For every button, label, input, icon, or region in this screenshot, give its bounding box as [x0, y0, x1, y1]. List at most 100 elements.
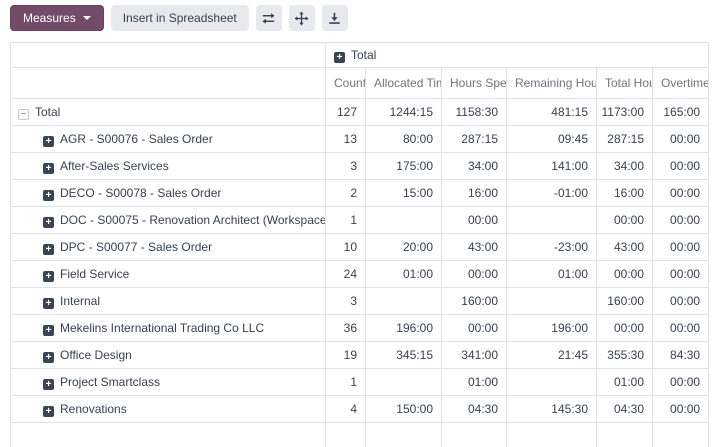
row-header-project-smartclass[interactable]: +Project Smartclass [11, 369, 326, 396]
cell-value [366, 369, 442, 396]
cell-value: 341:00 [442, 342, 507, 369]
table-row: +Internal3160:00160:0000:00 [11, 288, 709, 315]
row-header-internal[interactable]: +Internal [11, 288, 326, 315]
pivot-view: Measures Insert in Spreadsheet [0, 0, 715, 447]
table-row: +Renovations4150:0004:30145:3004:3000:00 [11, 396, 709, 423]
measures-button[interactable]: Measures [10, 5, 104, 31]
expand-plus-icon: + [43, 298, 54, 309]
cell-value: 3 [326, 288, 366, 315]
row-header-label: Project Smartclass [60, 375, 160, 389]
cell-value [653, 423, 709, 447]
cell-value: 3 [326, 153, 366, 180]
cell-value: 1 [326, 207, 366, 234]
row-header-agr-s00076-sales-order[interactable]: +AGR - S00076 - Sales Order [11, 126, 326, 153]
table-row: +DECO - S00078 - Sales Order215:0016:00-… [11, 180, 709, 207]
cell-value: 165:00 [653, 99, 709, 126]
cell-value: 36 [326, 315, 366, 342]
download-button[interactable] [322, 5, 348, 31]
cell-value: 01:00 [507, 261, 597, 288]
cell-value: 00:00 [442, 315, 507, 342]
row-header-field-service[interactable]: + Field Service [11, 261, 326, 288]
row-header-empty [11, 423, 326, 447]
cell-value: 1 [326, 369, 366, 396]
row-header-total[interactable]: −Total [11, 99, 326, 126]
insert-in-spreadsheet-button[interactable]: Insert in Spreadsheet [111, 5, 249, 31]
cell-value: 01:00 [366, 261, 442, 288]
cell-value: 160:00 [597, 288, 653, 315]
column-group-row: +Total [11, 43, 709, 68]
column-header-count[interactable]: Count [326, 68, 366, 99]
cell-value: 24 [326, 261, 366, 288]
cell-value: 00:00 [653, 396, 709, 423]
cell-value: 481:15 [507, 99, 597, 126]
row-header-office-design[interactable]: +Office Design [11, 342, 326, 369]
cell-value: 01:00 [442, 369, 507, 396]
column-header-hours-spent[interactable]: Hours Spent [442, 68, 507, 99]
left-blank-cell [11, 68, 326, 99]
cell-value: 160:00 [442, 288, 507, 315]
cell-value: 00:00 [653, 153, 709, 180]
column-group-label: Total [351, 48, 376, 62]
row-header-label: Office Design [60, 348, 132, 362]
cell-value [366, 207, 442, 234]
cell-value: 00:00 [653, 315, 709, 342]
table-row: +After-Sales Services3175:0034:00141:003… [11, 153, 709, 180]
insert-in-spreadsheet-label: Insert in Spreadsheet [123, 11, 237, 25]
cell-value [366, 288, 442, 315]
row-header-dpc-s00077-sales-order[interactable]: +DPC - S00077 - Sales Order [11, 234, 326, 261]
row-header-label: Renovations [60, 402, 127, 416]
column-group-header-total[interactable]: +Total [326, 43, 709, 68]
cell-value [442, 423, 507, 447]
table-row: +DOC - S00075 - Renovation Architect (Wo… [11, 207, 709, 234]
cell-value: 00:00 [597, 261, 653, 288]
toolbar: Measures Insert in Spreadsheet [0, 0, 715, 31]
table-row: +Field Service2401:0000:0001:0000:0000:0… [11, 261, 709, 288]
top-left-blank-cell [11, 43, 326, 68]
column-header-overtime[interactable]: Overtime [653, 68, 709, 99]
cell-value: 00:00 [653, 234, 709, 261]
cell-value: -23:00 [507, 234, 597, 261]
cell-value [507, 288, 597, 315]
row-header-label: DECO - S00078 - Sales Order [60, 186, 221, 200]
cell-value: 00:00 [442, 207, 507, 234]
column-headers-row: CountAllocated TimeHours SpentRemaining … [11, 68, 709, 99]
cell-value: 00:00 [442, 261, 507, 288]
cell-value: 175:00 [366, 153, 442, 180]
row-header-deco-s00078-sales-order[interactable]: +DECO - S00078 - Sales Order [11, 180, 326, 207]
cell-value: 34:00 [597, 153, 653, 180]
cell-value: 145:30 [507, 396, 597, 423]
row-header-mekelins-international-trading-co-llc[interactable]: +Mekelins International Trading Co LLC [11, 315, 326, 342]
column-header-remaining-hours[interactable]: Remaining Hours [507, 68, 597, 99]
expand-plus-icon: + [43, 217, 54, 228]
flip-axis-button[interactable] [256, 5, 282, 31]
cell-value [507, 207, 597, 234]
pivot-table: +Total CountAllocated TimeHours SpentRem… [10, 42, 709, 447]
cell-value: 20:00 [366, 234, 442, 261]
collapse-minus-icon: − [18, 109, 29, 120]
cell-value: 84:30 [653, 342, 709, 369]
column-header-allocated-time[interactable]: Allocated Time [366, 68, 442, 99]
caret-down-icon [83, 16, 91, 20]
cell-value: 00:00 [653, 207, 709, 234]
measures-button-label: Measures [23, 11, 76, 25]
cell-value: 345:15 [366, 342, 442, 369]
expand-plus-icon: + [43, 271, 54, 282]
expand-all-icon [294, 11, 309, 26]
table-row: +AGR - S00076 - Sales Order1380:00287:15… [11, 126, 709, 153]
row-header-renovations[interactable]: +Renovations [11, 396, 326, 423]
cell-value: 04:30 [442, 396, 507, 423]
cell-value: 13 [326, 126, 366, 153]
expand-plus-icon: + [43, 325, 54, 336]
row-header-after-sales-services[interactable]: +After-Sales Services [11, 153, 326, 180]
table-row: +Office Design19345:15341:0021:45355:308… [11, 342, 709, 369]
cell-value: 10 [326, 234, 366, 261]
column-header-total-hours[interactable]: Total Hours [597, 68, 653, 99]
cell-value: 19 [326, 342, 366, 369]
expand-all-button[interactable] [289, 5, 315, 31]
row-header-doc-s00075-renovation-architect-workspace-template[interactable]: +DOC - S00075 - Renovation Architect (Wo… [11, 207, 326, 234]
expand-plus-icon: + [43, 163, 54, 174]
cell-value: 2 [326, 180, 366, 207]
cell-value: 21:45 [507, 342, 597, 369]
cell-value: 15:00 [366, 180, 442, 207]
row-header-label: Field Service [60, 267, 129, 281]
